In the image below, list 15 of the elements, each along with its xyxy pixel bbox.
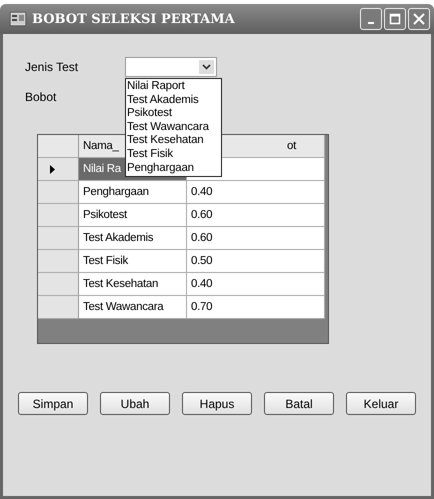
table-cell: Test Kesehatan [79,273,187,296]
table-cell: Psikotest [79,204,187,227]
table-cell: 0.40 [187,273,325,296]
field-label: Jenis Test [25,60,80,74]
table-cell: 0.70 [187,296,325,319]
table-cell: 0.50 [187,250,325,273]
table-cell: Test Akademis [79,227,187,250]
table-cell: 0.60 [187,227,325,250]
field-label: Bobot [25,90,58,104]
table-cell: 0.60 [187,204,325,227]
table-cell: 0.40 [187,181,325,204]
table-cell: Penghargaan [79,181,187,204]
window-title: BOBOT SELEKSI PERTAMA [32,12,236,26]
table-cell: Test Fisik [79,250,187,273]
table-cell: Test Wawancara [79,296,187,319]
